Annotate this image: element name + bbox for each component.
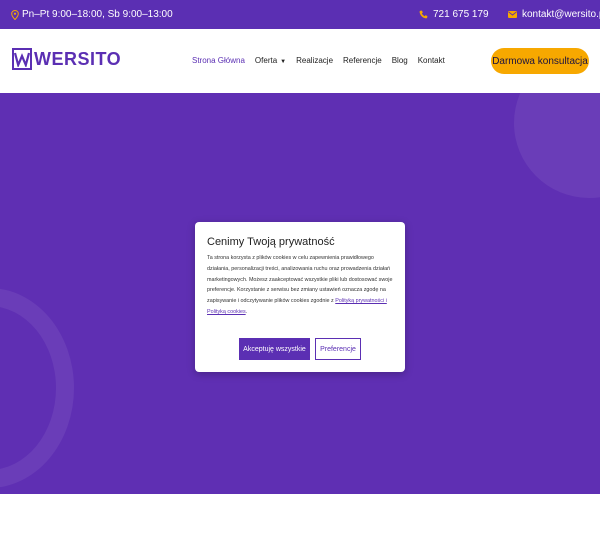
email-address: kontakt@wersito.pl	[522, 9, 600, 20]
nav-item-offer[interactable]: Oferta ▼	[255, 56, 286, 65]
nav-item-blog[interactable]: Blog	[392, 56, 408, 65]
site-logo[interactable]: WERSITO	[12, 48, 121, 70]
cookie-preferences-button[interactable]: Preferencje	[315, 338, 361, 360]
phone-number: 721 675 179	[433, 9, 489, 20]
decorative-ring	[0, 288, 74, 488]
nav-item-contact[interactable]: Kontakt	[418, 56, 445, 65]
accept-all-cookies-button[interactable]: Akceptuję wszystkie	[239, 338, 310, 360]
phone-link[interactable]: 721 675 179	[419, 9, 489, 20]
decorative-circle	[514, 93, 600, 198]
chevron-down-icon: ▼	[280, 59, 287, 65]
mail-icon	[508, 11, 517, 18]
top-info-bar: Pn–Pt 9:00–18:00, Sb 9:00–13:00 721 675 …	[0, 0, 600, 29]
opening-hours: Pn–Pt 9:00–18:00, Sb 9:00–13:00	[11, 9, 173, 20]
logo-text: WERSITO	[34, 48, 122, 69]
free-consultation-button[interactable]: Darmowa konsultacja	[491, 48, 589, 74]
location-icon	[11, 9, 19, 20]
opening-hours-text: Pn–Pt 9:00–18:00, Sb 9:00–13:00	[22, 9, 173, 20]
main-nav: Strona Główna Oferta ▼ Realizacje Referen…	[192, 56, 445, 65]
cookie-dialog-title: Cenimy Twoją prywatność	[207, 236, 335, 248]
phone-icon	[419, 10, 428, 19]
cookie-text-main: Ta strona korzysta z plików cookies w ce…	[207, 255, 393, 305]
site-header: WERSITO Strona Główna Oferta ▼ Realizacje…	[0, 29, 600, 93]
nav-item-projects[interactable]: Realizacje	[296, 56, 333, 65]
nav-item-references[interactable]: Referencje	[343, 56, 382, 65]
cookie-text-end: .	[245, 308, 248, 315]
email-link[interactable]: kontakt@wersito.pl	[508, 9, 600, 20]
nav-item-home[interactable]: Strona Główna	[192, 56, 245, 65]
logo-w-icon	[12, 48, 32, 70]
cookie-dialog-text: Ta strona korzysta z plików cookies w ce…	[207, 253, 395, 318]
nav-item-offer-label: Oferta	[254, 56, 278, 65]
